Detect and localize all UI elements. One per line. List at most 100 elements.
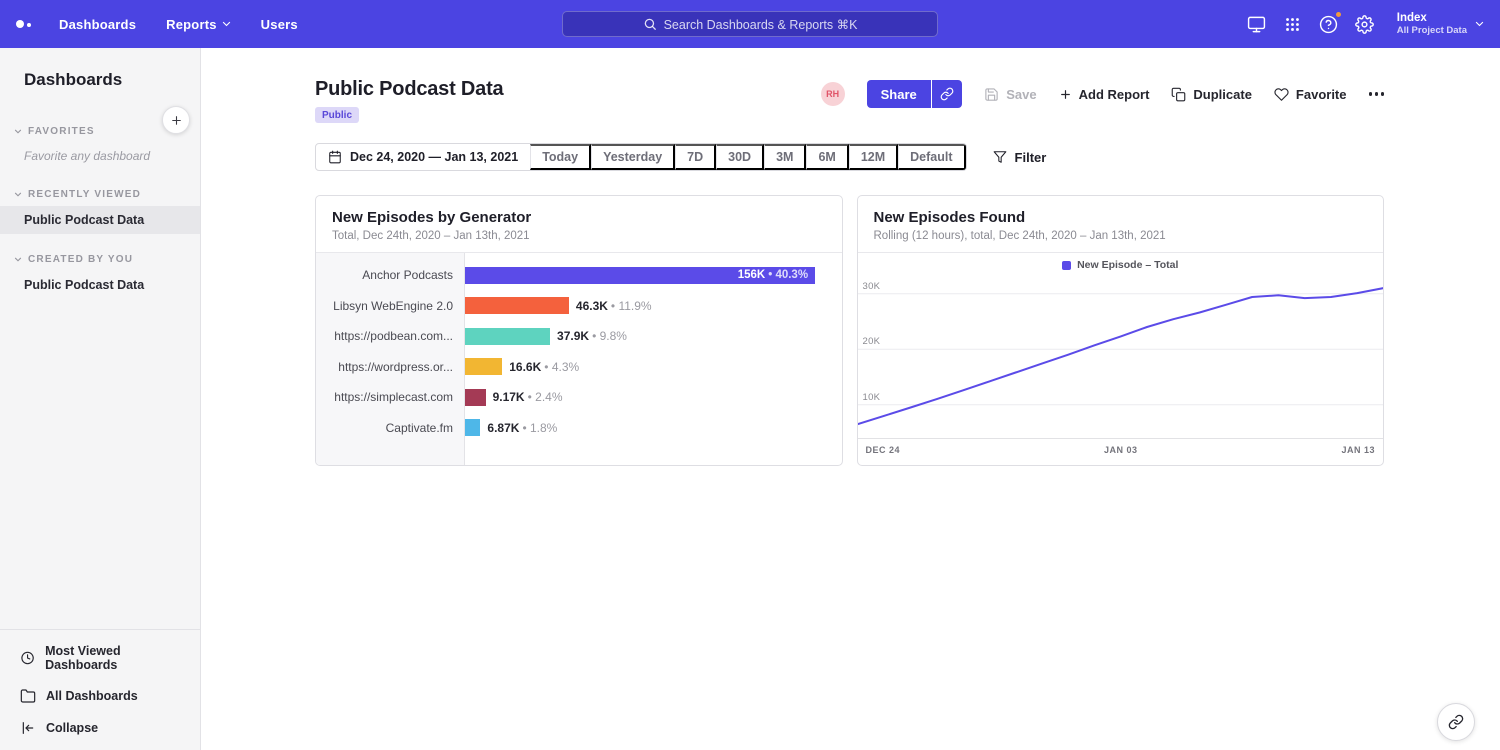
collapse-icon [20, 720, 36, 736]
preset-7d[interactable]: 7D [675, 144, 716, 170]
add-report-button[interactable]: Add Report [1059, 87, 1150, 102]
date-range-picker[interactable]: Dec 24, 2020 — Jan 13, 2021 [316, 144, 530, 170]
sidebar-item-public-podcast-data[interactable]: Public Podcast Data [0, 206, 200, 234]
bar-category-label: https://simplecast.com [316, 390, 465, 404]
bar-category-label: Libsyn WebEngine 2.0 [316, 299, 465, 313]
bar-category-label: Captivate.fm [316, 421, 465, 435]
page-actions: RH Share Save Add Report Duplicate [821, 80, 1384, 108]
bar-row: Captivate.fm 6.87K• 1.8% [316, 413, 842, 444]
plus-icon [1059, 88, 1072, 101]
search-icon [643, 17, 657, 31]
bar-value-label: 16.6K• 4.3% [509, 360, 579, 374]
save-icon [984, 87, 999, 102]
collapse-sidebar-button[interactable]: Collapse [0, 712, 200, 744]
share-button-group: Share [867, 80, 963, 108]
save-label: Save [1006, 87, 1036, 102]
add-report-label: Add Report [1079, 87, 1150, 102]
bar-segment[interactable] [465, 389, 486, 406]
preset-today[interactable]: Today [530, 144, 591, 170]
chevron-down-icon [14, 129, 22, 134]
nav-item-dashboards[interactable]: Dashboards [59, 17, 136, 32]
link-icon [1448, 714, 1464, 730]
nav-item-reports[interactable]: Reports [166, 17, 231, 32]
data-monitor-icon[interactable] [1247, 14, 1267, 34]
nav-item-label: Dashboards [59, 17, 136, 32]
search-placeholder: Search Dashboards & Reports ⌘K [664, 17, 858, 32]
project-name: Index [1397, 11, 1467, 25]
section-label: FAVORITES [28, 126, 95, 137]
share-link-fab[interactable] [1437, 703, 1475, 741]
chevron-down-icon [222, 21, 231, 27]
y-axis-tick: 20K [863, 336, 881, 347]
preset-6m[interactable]: 6M [806, 144, 848, 170]
y-axis-tick: 10K [863, 392, 881, 403]
filter-button[interactable]: Filter [993, 150, 1047, 165]
bar-chart-card: New Episodes by Generator Total, Dec 24t… [315, 195, 843, 466]
project-subtitle: All Project Data [1397, 25, 1467, 37]
sidebar-section-recently-viewed[interactable]: RECENTLY VIEWED [0, 183, 200, 206]
preset-30d[interactable]: 30D [716, 144, 764, 170]
duplicate-button[interactable]: Duplicate [1171, 87, 1252, 102]
bar-row: https://wordpress.or...16.6K• 4.3% [316, 352, 842, 383]
apps-grid-icon[interactable] [1283, 14, 1303, 34]
amplitude-logo-icon[interactable] [16, 20, 31, 28]
sidebar: Dashboards FAVORITES Favorite any dashbo… [0, 48, 201, 750]
owner-avatar[interactable]: RH [821, 82, 845, 106]
bar-value-label: 37.9K• 9.8% [557, 329, 627, 343]
bar-value-label: 9.17K• 2.4% [493, 390, 563, 404]
all-dashboards-link[interactable]: All Dashboards [0, 680, 200, 712]
help-icon[interactable] [1319, 14, 1339, 34]
footer-item-label: All Dashboards [46, 689, 138, 703]
copy-link-button[interactable] [932, 80, 962, 108]
project-picker[interactable]: Index All Project Data [1397, 11, 1484, 37]
calendar-icon [328, 150, 342, 164]
heart-icon [1274, 87, 1289, 102]
chevron-down-icon [1475, 21, 1484, 27]
link-icon [940, 87, 954, 101]
y-axis-tick: 30K [863, 281, 881, 292]
bar-segment[interactable] [465, 358, 502, 375]
chevron-down-icon [14, 192, 22, 197]
settings-gear-icon[interactable] [1355, 14, 1375, 34]
search-input[interactable]: Search Dashboards & Reports ⌘K [562, 11, 938, 37]
top-nav: Dashboards Reports Users Search Dashboar… [0, 0, 1500, 48]
x-axis-tick: JAN 03 [1104, 445, 1138, 455]
preset-12m[interactable]: 12M [849, 144, 898, 170]
bar-value-label: 6.87K• 1.8% [487, 421, 557, 435]
nav-item-users[interactable]: Users [261, 17, 298, 32]
preset-default[interactable]: Default [898, 144, 965, 170]
chart-legend[interactable]: New Episode – Total [858, 253, 1384, 277]
save-button[interactable]: Save [984, 87, 1036, 102]
x-axis-tick: JAN 13 [1341, 445, 1375, 455]
primary-nav: Dashboards Reports Users [59, 17, 298, 32]
folder-icon [20, 688, 36, 704]
bar-segment[interactable] [465, 419, 480, 436]
nav-item-label: Users [261, 17, 298, 32]
bar-segment[interactable]: 156K• 40.3% [465, 267, 815, 284]
legend-swatch [1062, 261, 1071, 270]
preset-3m[interactable]: 3M [764, 144, 806, 170]
chart-subtitle: Rolling (12 hours), total, Dec 24th, 202… [874, 230, 1368, 242]
favorite-button[interactable]: Favorite [1274, 87, 1347, 102]
plus-icon [170, 114, 183, 127]
sidebar-item-public-podcast-data[interactable]: Public Podcast Data [0, 271, 200, 299]
x-axis: DEC 24 JAN 03 JAN 13 [858, 438, 1384, 465]
bar-segment[interactable] [465, 328, 550, 345]
sidebar-section-created-by-you[interactable]: CREATED BY YOU [0, 248, 200, 271]
chart-title: New Episodes Found [874, 209, 1368, 226]
more-options-button[interactable] [1369, 88, 1385, 100]
preset-yesterday[interactable]: Yesterday [591, 144, 675, 170]
favorites-empty-hint: Favorite any dashboard [0, 143, 200, 169]
page-title: Public Podcast Data [315, 78, 503, 101]
new-dashboard-button[interactable] [162, 106, 190, 134]
sidebar-title: Dashboards [24, 70, 184, 90]
legend-label: New Episode – Total [1077, 259, 1178, 271]
bar-category-label: Anchor Podcasts [316, 268, 465, 282]
share-button[interactable]: Share [867, 80, 931, 108]
most-viewed-dashboards-link[interactable]: Most Viewed Dashboards [0, 636, 200, 680]
bar-row: Anchor Podcasts156K• 40.3% [316, 260, 842, 291]
bar-segment[interactable] [465, 297, 569, 314]
filter-label: Filter [1015, 150, 1047, 165]
copy-icon [1171, 87, 1186, 102]
bar-chart-body: Anchor Podcasts156K• 40.3% Libsyn WebEngi… [316, 253, 842, 465]
